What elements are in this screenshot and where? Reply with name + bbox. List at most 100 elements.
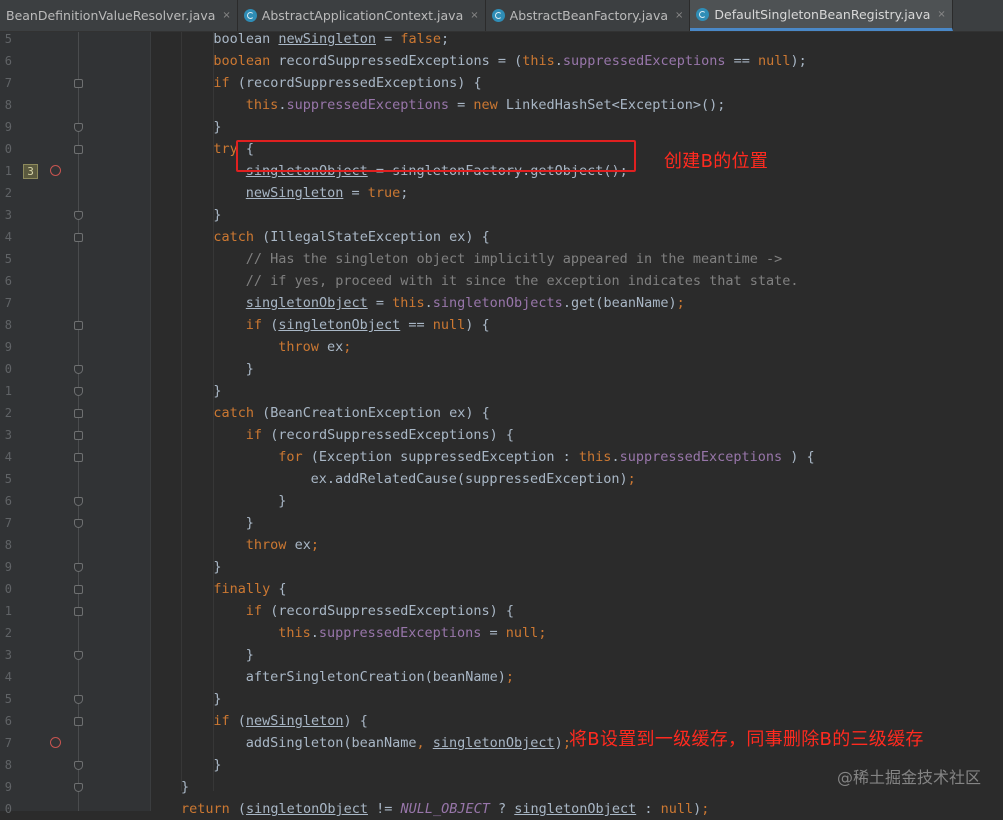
fold-marker-icon[interactable] [74, 123, 83, 132]
code-line[interactable]: } [213, 116, 221, 138]
fold-marker-icon[interactable] [74, 695, 83, 704]
code-line[interactable]: } [246, 512, 254, 534]
tab-abstract-application-context[interactable]: AbstractApplicationContext.java × [238, 0, 486, 31]
code-line[interactable]: catch (BeanCreationException ex) { [213, 402, 489, 424]
line-number: 1 [4, 604, 12, 618]
code-line[interactable]: if (recordSuppressedExceptions) { [246, 424, 514, 446]
code-token: (Exception suppressedException : [310, 449, 579, 465]
code-line[interactable]: if (recordSuppressedExceptions) { [213, 72, 481, 94]
close-icon[interactable]: × [222, 10, 230, 21]
code-line[interactable]: return (singletonObject != NULL_OBJECT ?… [181, 798, 709, 820]
breakpoint-icon[interactable] [50, 737, 61, 748]
code-line[interactable]: if (singletonObject == null) { [246, 314, 490, 336]
code-token: } [213, 559, 222, 575]
fold-marker-icon[interactable] [74, 497, 83, 506]
fold-marker-icon[interactable] [74, 783, 83, 792]
code-token: . [310, 625, 319, 641]
fold-marker-icon[interactable] [74, 651, 83, 660]
code-line[interactable]: if (recordSuppressedExceptions) { [246, 600, 514, 622]
code-token: == [400, 317, 433, 333]
close-icon[interactable]: × [470, 10, 478, 21]
code-token: } [245, 361, 254, 377]
code-line[interactable]: } [213, 688, 221, 710]
fold-marker-icon[interactable] [74, 145, 83, 154]
code-line[interactable]: if (newSingleton) { [213, 710, 367, 732]
code-line[interactable]: boolean recordSuppressedExceptions = (th… [213, 50, 806, 72]
code-token: singletonObject [245, 295, 368, 311]
fold-marker-icon[interactable] [74, 321, 83, 330]
code-line[interactable]: // Has the singleton object implicitly a… [246, 248, 782, 270]
line-number: 3 [4, 648, 12, 662]
code-line[interactable]: } [278, 490, 286, 512]
code-line[interactable]: catch (IllegalStateException ex) { [213, 226, 489, 248]
code-token: singletonObjects [432, 295, 563, 311]
line-number: 8 [4, 538, 12, 552]
fold-marker-icon[interactable] [74, 717, 83, 726]
fold-marker-icon[interactable] [74, 79, 83, 88]
code-line[interactable]: newSingleton = true; [246, 182, 409, 204]
code-line[interactable]: addSingleton(beanName, singletonObject); [246, 732, 571, 754]
code-token: suppressedExceptions [318, 625, 482, 641]
fold-marker-icon[interactable] [74, 387, 83, 396]
code-line[interactable]: } [246, 358, 254, 380]
fold-marker-icon[interactable] [74, 431, 83, 440]
close-icon[interactable]: × [937, 9, 945, 20]
fold-marker-icon[interactable] [74, 519, 83, 528]
fold-marker-icon[interactable] [74, 409, 83, 418]
line-number: 8 [4, 318, 12, 332]
code-token: suppressedExceptions [286, 97, 450, 113]
code-token: : [636, 801, 661, 817]
tab-bean-definition-value-resolver[interactable]: BeanDefinitionValueResolver.java × [0, 0, 238, 31]
close-icon[interactable]: × [675, 10, 683, 21]
code-line[interactable]: } [213, 754, 221, 776]
fold-marker-icon[interactable] [74, 211, 83, 220]
code-token: = [449, 97, 474, 113]
tab-abstract-bean-factory[interactable]: AbstractBeanFactory.java × [486, 0, 691, 31]
fold-marker-icon[interactable] [74, 365, 83, 374]
tab-default-singleton-bean-registry[interactable]: DefaultSingletonBeanRegistry.java × [690, 0, 953, 31]
code-line[interactable]: singletonObject = this.singletonObjects.… [246, 292, 685, 314]
code-line[interactable]: throw ex; [278, 336, 351, 358]
code-token: this [245, 97, 279, 113]
bookmark-icon[interactable]: 3 [23, 164, 38, 179]
line-number: 4 [4, 230, 12, 244]
code-line[interactable]: } [213, 204, 221, 226]
line-number: 0 [4, 142, 12, 156]
fold-marker-icon[interactable] [74, 761, 83, 770]
code-line[interactable]: finally { [213, 578, 286, 600]
code-token: } [213, 207, 222, 223]
code-line[interactable]: throw ex; [246, 534, 319, 556]
code-line[interactable]: // if yes, proceed with it since the exc… [246, 270, 799, 292]
code-line[interactable]: this.suppressedExceptions = new LinkedHa… [246, 94, 726, 116]
code-line[interactable]: this.suppressedExceptions = null; [278, 622, 546, 644]
code-token: newSingleton [278, 31, 376, 47]
line-number: 7 [4, 516, 12, 530]
code-line[interactable]: afterSingletonCreation(beanName); [246, 666, 514, 688]
line-number: 1 [4, 384, 12, 398]
code-line[interactable]: } [213, 380, 221, 402]
code-line[interactable]: } [181, 776, 189, 798]
code-token: null [432, 317, 466, 333]
code-line[interactable]: } [246, 644, 254, 666]
line-number: 2 [4, 186, 12, 200]
line-number: 5 [4, 252, 12, 266]
breakpoint-icon[interactable] [50, 165, 61, 176]
fold-marker-icon[interactable] [74, 585, 83, 594]
line-number: 0 [4, 582, 12, 596]
fold-marker-icon[interactable] [74, 453, 83, 462]
line-number: 9 [4, 340, 12, 354]
line-number: 5 [4, 472, 12, 486]
fold-marker-icon[interactable] [74, 233, 83, 242]
code-token: ; [310, 537, 319, 553]
code-token: ex [294, 537, 311, 553]
code-line[interactable]: ex.addRelatedCause(suppressedException); [311, 468, 636, 490]
code-token: return [181, 801, 238, 817]
code-line[interactable]: } [213, 556, 221, 578]
code-token: NULL_OBJECT [400, 801, 490, 817]
code-line[interactable]: for (Exception suppressedException : thi… [278, 446, 814, 468]
code-token: ; [441, 31, 450, 47]
line-number: 6 [4, 54, 12, 68]
code-token: if [245, 603, 271, 619]
fold-marker-icon[interactable] [74, 607, 83, 616]
fold-marker-icon[interactable] [74, 563, 83, 572]
